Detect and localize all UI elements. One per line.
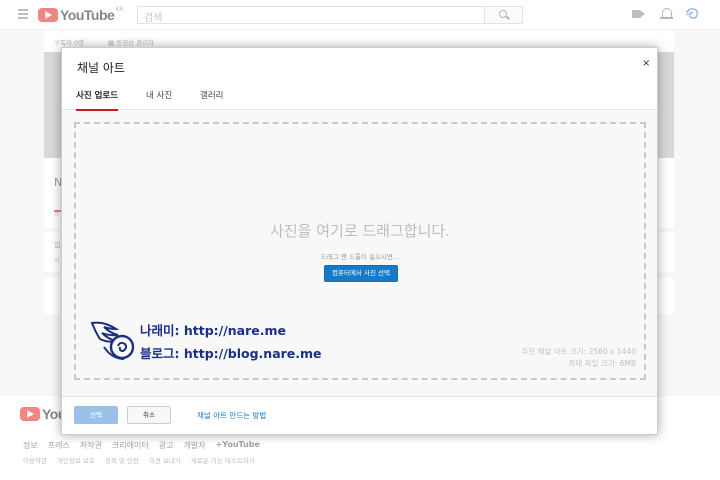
how-to-make-channel-art-link[interactable]: 채널 아트 만드는 방법 [197, 410, 266, 421]
dialog-title: 채널 아트 [77, 61, 125, 75]
tab-gallery[interactable]: 갤러리 [200, 89, 223, 109]
recommended-size-text: 추천 채널 아트 크기: 2560 x 1440 [521, 347, 636, 356]
tab-upload-photo[interactable]: 사진 업로드 [76, 89, 119, 111]
watermark-line-2: 블로그: http://blog.nare.me [140, 346, 322, 361]
select-button[interactable]: 선택 [74, 406, 118, 424]
close-icon[interactable]: × [642, 58, 650, 69]
tab-my-photos[interactable]: 내 사진 [146, 89, 172, 109]
drop-subtitle: 드래그 앤 드롭이 싫으시면... [320, 253, 400, 261]
drop-title: 사진을 여기로 드래그합니다. [270, 222, 450, 240]
select-from-computer-button[interactable]: 컴퓨터에서 사진 선택 [324, 265, 398, 282]
dialog-footer: 선택 취소 채널 아트 만드는 방법 [62, 396, 657, 434]
max-file-size-text: 최대 파일 크기: 6MB [568, 359, 636, 368]
channel-art-dialog: 채널 아트 × 사진 업로드 내 사진 갤러리 사진을 여기로 드래그합니다. … [61, 47, 658, 435]
watermark-line-1: 나래미: http://nare.me [140, 323, 287, 338]
cancel-button[interactable]: 취소 [127, 406, 171, 424]
dialog-tabs: 사진 업로드 내 사진 갤러리 [62, 86, 657, 111]
wing-logo-icon [90, 321, 135, 360]
photo-dropzone[interactable]: 사진을 여기로 드래그합니다. 드래그 앤 드롭이 싫으시면... 컴퓨터에서 … [74, 122, 646, 380]
